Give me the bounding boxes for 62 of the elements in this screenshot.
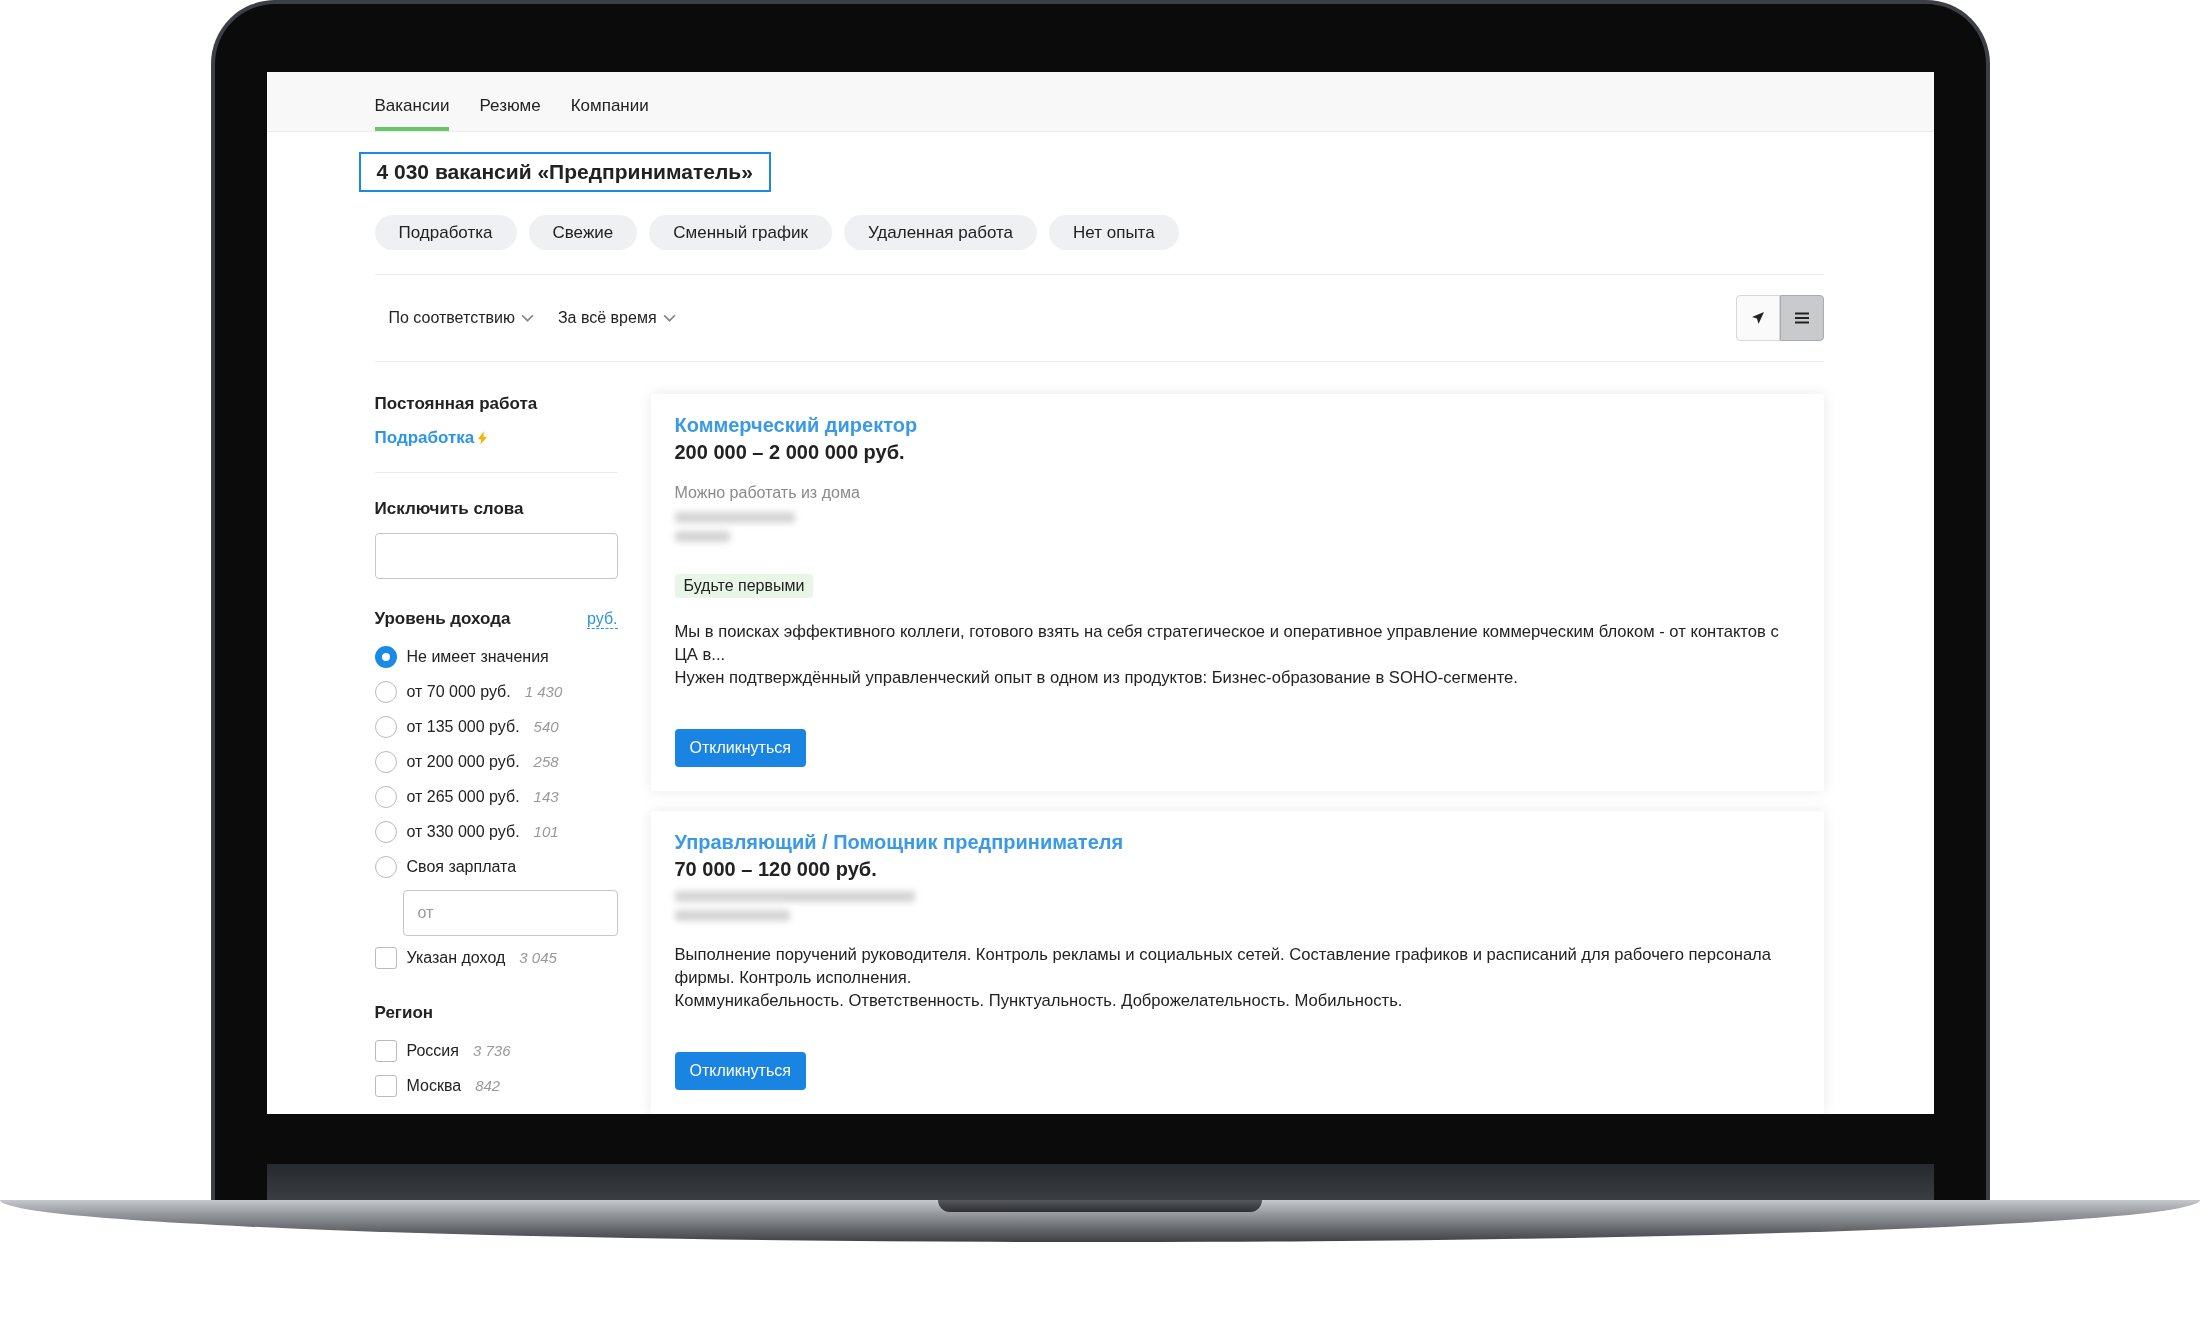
status-badge: Будьте первыми <box>674 574 814 598</box>
location-arrow-icon <box>1750 311 1765 325</box>
radio-button[interactable] <box>374 645 397 668</box>
results-heading: 4 030 вакансий «Предприниматель» <box>358 152 771 192</box>
option-label: Указан доход <box>406 948 506 967</box>
option-count: 3 736 <box>472 1042 511 1059</box>
checkbox[interactable] <box>374 1039 397 1062</box>
option-count: 143 <box>533 788 559 805</box>
option-label: от 135 000 руб. <box>406 717 520 736</box>
option-label: Москва <box>406 1076 462 1095</box>
radio-button[interactable] <box>374 715 397 738</box>
filter-chip[interactable]: Удаленная работа <box>843 215 1038 250</box>
vacancy-description: Нужен подтверждённый управленческий опыт в одном из продуктов: Бизнес-образование в SOHO-сегменте. <box>674 667 1519 689</box>
chevron-down-icon <box>520 313 534 323</box>
vacancy-description: Выполнение поручений руководителя. Контроль рекламы и социальных сетей. Составление графиков и расписаний для рабочего персонала фирмы. Контроль исполнения. <box>674 944 1772 989</box>
radio-button[interactable] <box>374 820 397 843</box>
option-count: 1 430 <box>524 683 563 700</box>
option-label: Своя зарплата <box>406 857 517 876</box>
option-label: Россия <box>406 1041 459 1060</box>
option-count: 3 045 <box>519 949 557 966</box>
nav-tab[interactable]: Компании <box>570 72 649 131</box>
filter-chip[interactable]: Свежие <box>528 215 638 250</box>
option-label: Не имеет значения <box>406 647 549 666</box>
option-label: от 330 000 руб. <box>406 822 520 841</box>
vacancy-description: Коммуникабельность. Ответственность. Пунктуальность. Доброжелательность. Мобильность. <box>674 990 1404 1012</box>
section-title: Уровень дохода <box>374 609 511 629</box>
nav-tab[interactable]: Резюме <box>479 72 541 131</box>
checkbox[interactable] <box>374 946 397 969</box>
sort-dropdown[interactable]: По соответствию <box>388 309 534 327</box>
option-count: 101 <box>533 823 559 840</box>
section-title: Исключить слова <box>374 499 525 519</box>
custom-salary-field[interactable]: от <box>402 890 618 936</box>
option-count: 842 <box>475 1077 501 1094</box>
lightning-icon <box>478 431 488 445</box>
exclude-words-field[interactable] <box>374 533 618 579</box>
radio-button[interactable] <box>374 750 397 773</box>
option-label: от 200 000 руб. <box>406 752 520 771</box>
filter-chip[interactable]: Подработка <box>374 215 517 250</box>
chevron-down-icon <box>662 313 676 323</box>
radio-button[interactable] <box>374 855 397 878</box>
salary-text: 200 000 – 2 000 000 руб. <box>674 441 906 464</box>
nav-tab[interactable]: Вакансии <box>374 72 450 131</box>
respond-button[interactable]: Откликнуться <box>674 1052 806 1090</box>
respond-button[interactable]: Откликнуться <box>674 729 806 767</box>
filter-chip[interactable]: Сменный график <box>649 215 832 250</box>
vacancy-description: Мы в поисках эффективного коллеги, готового взять на себя стратегическое и оперативное управление коммерческим блоком - от контактов с ЦА в... <box>674 621 1780 666</box>
radio-button[interactable] <box>374 785 397 808</box>
section-title: Регион <box>374 1003 435 1023</box>
remote-note: Можно работать из дома <box>674 484 861 502</box>
option-label: от 265 000 руб. <box>406 787 520 806</box>
salary-text: 70 000 – 120 000 руб. <box>674 858 878 881</box>
view-toggle-button[interactable] <box>1779 295 1824 341</box>
option-label: от 70 000 руб. <box>406 682 511 701</box>
filter-chip[interactable]: Нет опыта <box>1049 215 1179 250</box>
view-toggle-button[interactable] <box>1735 295 1780 341</box>
sort-dropdown[interactable]: За всё время <box>557 309 676 327</box>
option-count: 258 <box>533 753 559 770</box>
section-title: Постоянная работа <box>374 394 539 414</box>
menu-icon <box>1794 312 1809 324</box>
checkbox[interactable] <box>374 1074 397 1097</box>
radio-button[interactable] <box>374 680 397 703</box>
option-count: 540 <box>533 718 559 735</box>
